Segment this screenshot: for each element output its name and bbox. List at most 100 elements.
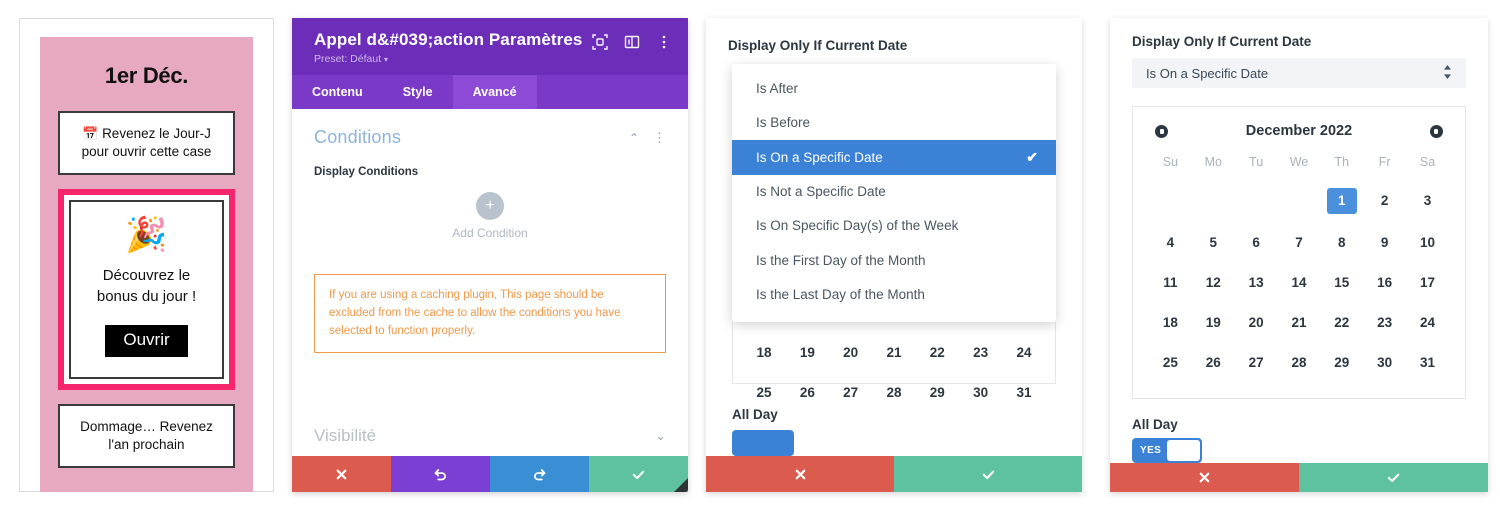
chevron-down-icon[interactable]: ⌄ <box>655 428 666 444</box>
cancel-button[interactable] <box>1110 463 1299 492</box>
calendar-day[interactable]: 29 <box>1320 342 1363 382</box>
calendar-day[interactable]: 23 <box>1363 302 1406 342</box>
calendar-day[interactable]: 16 <box>1363 262 1406 302</box>
next-month-icon[interactable] <box>1429 124 1443 138</box>
tab-contenu[interactable]: Contenu <box>292 75 383 109</box>
dropdown-option-is-not-a-specific-date[interactable]: Is Not a Specific Date <box>732 175 1056 209</box>
calendar-day[interactable]: 14 <box>1278 262 1321 302</box>
calendar-day-selected[interactable]: 1 <box>1320 179 1363 222</box>
advent-day-title: 1er Déc. <box>104 63 189 88</box>
date-cell[interactable]: 19 <box>790 345 824 360</box>
calendar-day[interactable]: 12 <box>1192 262 1235 302</box>
condition-select[interactable]: Is On a Specific Date <box>1132 58 1466 88</box>
date-cell[interactable]: 20 <box>834 345 868 360</box>
date-cell[interactable]: 27 <box>834 385 868 400</box>
calendar-day[interactable]: 5 <box>1192 222 1235 262</box>
calendar-day[interactable]: 22 <box>1320 302 1363 342</box>
prev-month-icon[interactable] <box>1155 124 1168 138</box>
conditions-title: Conditions <box>314 127 402 147</box>
condition-select-value: Is On a Specific Date <box>1146 65 1269 81</box>
calendar-day[interactable]: 15 <box>1320 262 1363 302</box>
calendar-day[interactable]: 4 <box>1149 222 1192 262</box>
all-day-toggle[interactable]: YES <box>1132 438 1202 463</box>
calendar-day[interactable]: 24 <box>1406 302 1449 342</box>
calendar-day[interactable]: 31 <box>1406 342 1449 382</box>
calendar-day[interactable]: 11 <box>1149 262 1192 302</box>
calendar-day[interactable]: 27 <box>1235 342 1278 382</box>
date-cell[interactable]: 21 <box>877 345 911 360</box>
calendar-day[interactable]: 25 <box>1149 342 1192 382</box>
dropdown-option-is-on-a-specific-date[interactable]: Is On a Specific Date ✔ <box>732 140 1056 176</box>
calendar-day[interactable]: 28 <box>1278 342 1321 382</box>
calendar-widget: December 2022 Su Mo Tu We Th Fr Sa 1 2 3… <box>1132 106 1466 399</box>
calendar-day[interactable]: 8 <box>1320 222 1363 262</box>
calendar-day[interactable]: 10 <box>1406 222 1449 262</box>
add-condition-label[interactable]: Add Condition <box>314 226 666 240</box>
calendar-day[interactable]: 21 <box>1278 302 1321 342</box>
calendar-day[interactable]: 20 <box>1235 302 1278 342</box>
visibilite-section-header[interactable]: Visibilité ⌄ <box>314 426 666 446</box>
date-cell[interactable]: 22 <box>920 345 954 360</box>
split-layout-icon[interactable] <box>624 34 640 50</box>
dropdown-option-is-after[interactable]: Is After <box>732 72 1056 106</box>
dropdown-option-is-before[interactable]: Is Before <box>732 106 1056 140</box>
advent-highlight-frame: 🎉 Découvrez le bonus du jour ! Ouvrir <box>58 189 235 390</box>
dropdown-option-is-the-first-day-of-the-month[interactable]: Is the First Day of the Month <box>732 244 1056 278</box>
date-row: 18 19 20 21 22 23 24 <box>733 345 1055 360</box>
weekday-header: Su <box>1162 155 1179 169</box>
calendar-day[interactable]: 7 <box>1278 222 1321 262</box>
save-button[interactable] <box>1299 463 1488 492</box>
save-button[interactable] <box>894 456 1082 492</box>
calendar-day[interactable]: 30 <box>1363 342 1406 382</box>
chevron-up-icon[interactable]: ⌃ <box>629 131 639 145</box>
focus-target-icon[interactable] <box>592 34 608 50</box>
redo-button[interactable] <box>490 456 589 492</box>
calendar-day[interactable]: 9 <box>1363 222 1406 262</box>
modal-header-icons <box>592 30 672 50</box>
calendar-day <box>1235 179 1278 222</box>
calendar-day[interactable]: 13 <box>1235 262 1278 302</box>
panel4-footer <box>1110 463 1488 492</box>
party-popper-icon: 🎉 <box>125 216 168 255</box>
date-cell[interactable]: 30 <box>964 385 998 400</box>
dropdown-option-is-the-last-day-of-the-month[interactable]: Is the Last Day of the Month <box>732 278 1056 312</box>
date-cell[interactable]: 18 <box>747 345 781 360</box>
date-cell[interactable]: 29 <box>920 385 954 400</box>
calendar-day[interactable]: 26 <box>1192 342 1235 382</box>
date-cell[interactable]: 28 <box>877 385 911 400</box>
option-label: Is Not a Specific Date <box>756 184 886 200</box>
dropdown-option-is-on-specific-days-of-the-week[interactable]: Is On Specific Day(s) of the Week <box>732 209 1056 243</box>
modal-body: Conditions ⌃ ⋮ Display Conditions + Add … <box>292 109 688 456</box>
tab-avance[interactable]: Avancé <box>452 75 537 109</box>
calendar-day[interactable]: 18 <box>1149 302 1192 342</box>
kebab-menu-icon[interactable]: ⋮ <box>653 131 666 144</box>
date-cell[interactable]: 31 <box>1007 385 1041 400</box>
calendar-day[interactable]: 19 <box>1192 302 1235 342</box>
kebab-menu-icon[interactable] <box>656 34 672 50</box>
option-label: Is the First Day of the Month <box>756 252 926 268</box>
plus-icon[interactable]: + <box>476 192 504 220</box>
date-cell[interactable]: 25 <box>747 385 781 400</box>
date-cell[interactable]: 24 <box>1007 345 1041 360</box>
calendar-day[interactable]: 3 <box>1406 179 1449 222</box>
ouvrir-button[interactable]: Ouvrir <box>105 324 188 357</box>
calendar-day[interactable]: 2 <box>1363 179 1406 222</box>
tab-style[interactable]: Style <box>383 75 453 109</box>
modal-header: Appel d&#039;action Paramètres Preset: D… <box>292 18 688 75</box>
advent-box-expired: Dommage… Revenez l'an prochain <box>58 403 235 469</box>
cancel-button[interactable] <box>292 456 391 492</box>
screenshot-stage: 1er Déc. 📅 Revenez le Jour-J pour ouvrir… <box>0 0 1500 513</box>
advent-box-active: 🎉 Découvrez le bonus du jour ! Ouvrir <box>69 200 224 379</box>
caching-notice: If you are using a caching plugin, This … <box>314 274 666 354</box>
date-cell[interactable]: 23 <box>964 345 998 360</box>
cancel-button[interactable] <box>706 456 894 492</box>
advent-calendar-preview-panel: 1er Déc. 📅 Revenez le Jour-J pour ouvrir… <box>19 18 274 493</box>
date-cell[interactable]: 26 <box>790 385 824 400</box>
all-day-toggle[interactable] <box>732 430 794 456</box>
calendar-day[interactable]: 6 <box>1235 222 1278 262</box>
undo-button[interactable] <box>391 456 490 492</box>
save-button[interactable] <box>589 456 688 492</box>
divi-module-settings-modal: Appel d&#039;action Paramètres Preset: D… <box>292 18 688 492</box>
calendar-day[interactable]: 17 <box>1406 262 1449 302</box>
preset-selector[interactable]: Preset: Défaut ▾ <box>314 53 583 65</box>
